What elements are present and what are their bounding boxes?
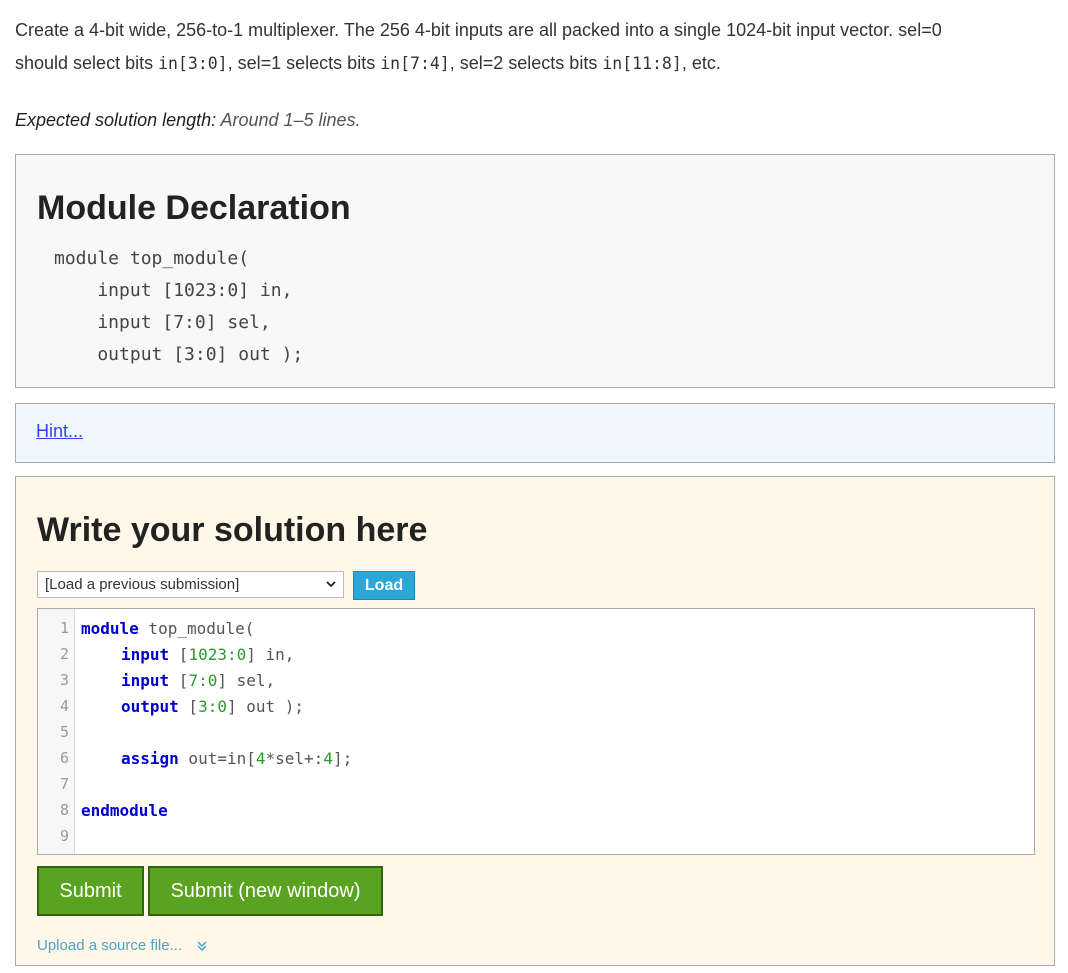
intro-code-1: in[3:0] [158, 54, 228, 73]
submit-button[interactable]: Submit [37, 866, 144, 916]
code-text: ]; [332, 749, 353, 768]
expected-length-value: Around 1–5 lines. [216, 110, 361, 130]
problem-description: Create a 4-bit wide, 256-to-1 multiplexe… [15, 14, 1055, 80]
keyword: output [121, 697, 179, 716]
intro-text-2d: , etc. [681, 53, 721, 73]
line-number-gutter: 1 2 3 4 5 6 7 8 9 [38, 609, 75, 854]
code-line-6: assign out=in[4*sel+:4]; [121, 749, 352, 768]
expected-length-label: Expected solution length: [15, 110, 217, 130]
line-number: 1 [59, 619, 69, 637]
code-number: 7:0 [188, 671, 218, 690]
line-number: 3 [59, 671, 69, 689]
intro-text-2c: , sel=2 selects bits [449, 53, 603, 73]
upload-source-link[interactable]: Upload a source file... [37, 937, 208, 954]
code-text: ] out ); [226, 697, 305, 716]
upload-source-label: Upload a source file... [37, 937, 183, 954]
previous-submission-value: [Load a previous submission] [45, 576, 240, 593]
code-line-1: module top_module( [81, 619, 254, 638]
code-line-3: input [7:0] sel, [121, 671, 275, 690]
line-number: 9 [59, 827, 69, 845]
solution-panel: Write your solution here [Load a previou… [15, 476, 1055, 966]
code-line-2: input [1023:0] in, [121, 645, 294, 664]
code-number: 3:0 [198, 697, 227, 716]
line-number: 5 [59, 723, 69, 741]
code-text: [ [169, 671, 189, 690]
line-number: 6 [59, 749, 69, 767]
code-text: out=in[ [178, 749, 256, 768]
code-number: 4 [255, 749, 266, 768]
keyword: input [121, 645, 170, 664]
hint-panel: Hint... [15, 403, 1055, 463]
code-editor[interactable]: 1 2 3 4 5 6 7 8 9 module top_module( inp… [37, 608, 1035, 855]
keyword: module [81, 619, 139, 638]
module-declaration-panel: Module Declaration module top_module( in… [15, 154, 1055, 388]
code-line-8: endmodule [81, 801, 168, 820]
intro-code-3: in[11:8] [602, 54, 682, 73]
keyword: assign [121, 749, 179, 768]
load-button[interactable]: Load [353, 571, 415, 600]
code-line-4: output [3:0] out ); [121, 697, 304, 716]
intro-text-2a: should select bits [15, 53, 159, 73]
module-declaration-title: Module Declaration [37, 189, 351, 227]
line-number: 2 [59, 645, 69, 663]
code-text: [ [178, 697, 199, 716]
code-number: 1023:0 [188, 645, 247, 664]
submit-new-window-button[interactable]: Submit (new window) [148, 866, 383, 916]
double-chevron-down-icon [197, 941, 207, 952]
code-text: ] in, [246, 645, 295, 664]
previous-submission-select[interactable]: [Load a previous submission] [37, 571, 344, 598]
intro-text-2b: , sel=1 selects bits [227, 53, 381, 73]
code-text: top_module( [138, 619, 255, 638]
intro-code-2: in[7:4] [380, 54, 450, 73]
keyword: input [121, 671, 170, 690]
code-text: ] sel, [217, 671, 276, 690]
intro-text-1: Create a 4-bit wide, 256-to-1 multiplexe… [15, 20, 942, 40]
line-number: 8 [59, 801, 69, 819]
line-number: 4 [59, 697, 69, 715]
code-text: [ [169, 645, 189, 664]
expected-length: Expected solution length: Around 1–5 lin… [15, 110, 361, 131]
line-number: 7 [59, 775, 69, 793]
solution-title: Write your solution here [37, 511, 428, 549]
module-declaration-code: module top_module( input [1023:0] in, in… [54, 248, 304, 365]
hint-link[interactable]: Hint... [36, 421, 83, 442]
code-number: 4 [323, 749, 333, 768]
chevron-down-icon [326, 581, 336, 588]
keyword: endmodule [81, 801, 168, 820]
code-text: *sel+: [265, 749, 324, 768]
